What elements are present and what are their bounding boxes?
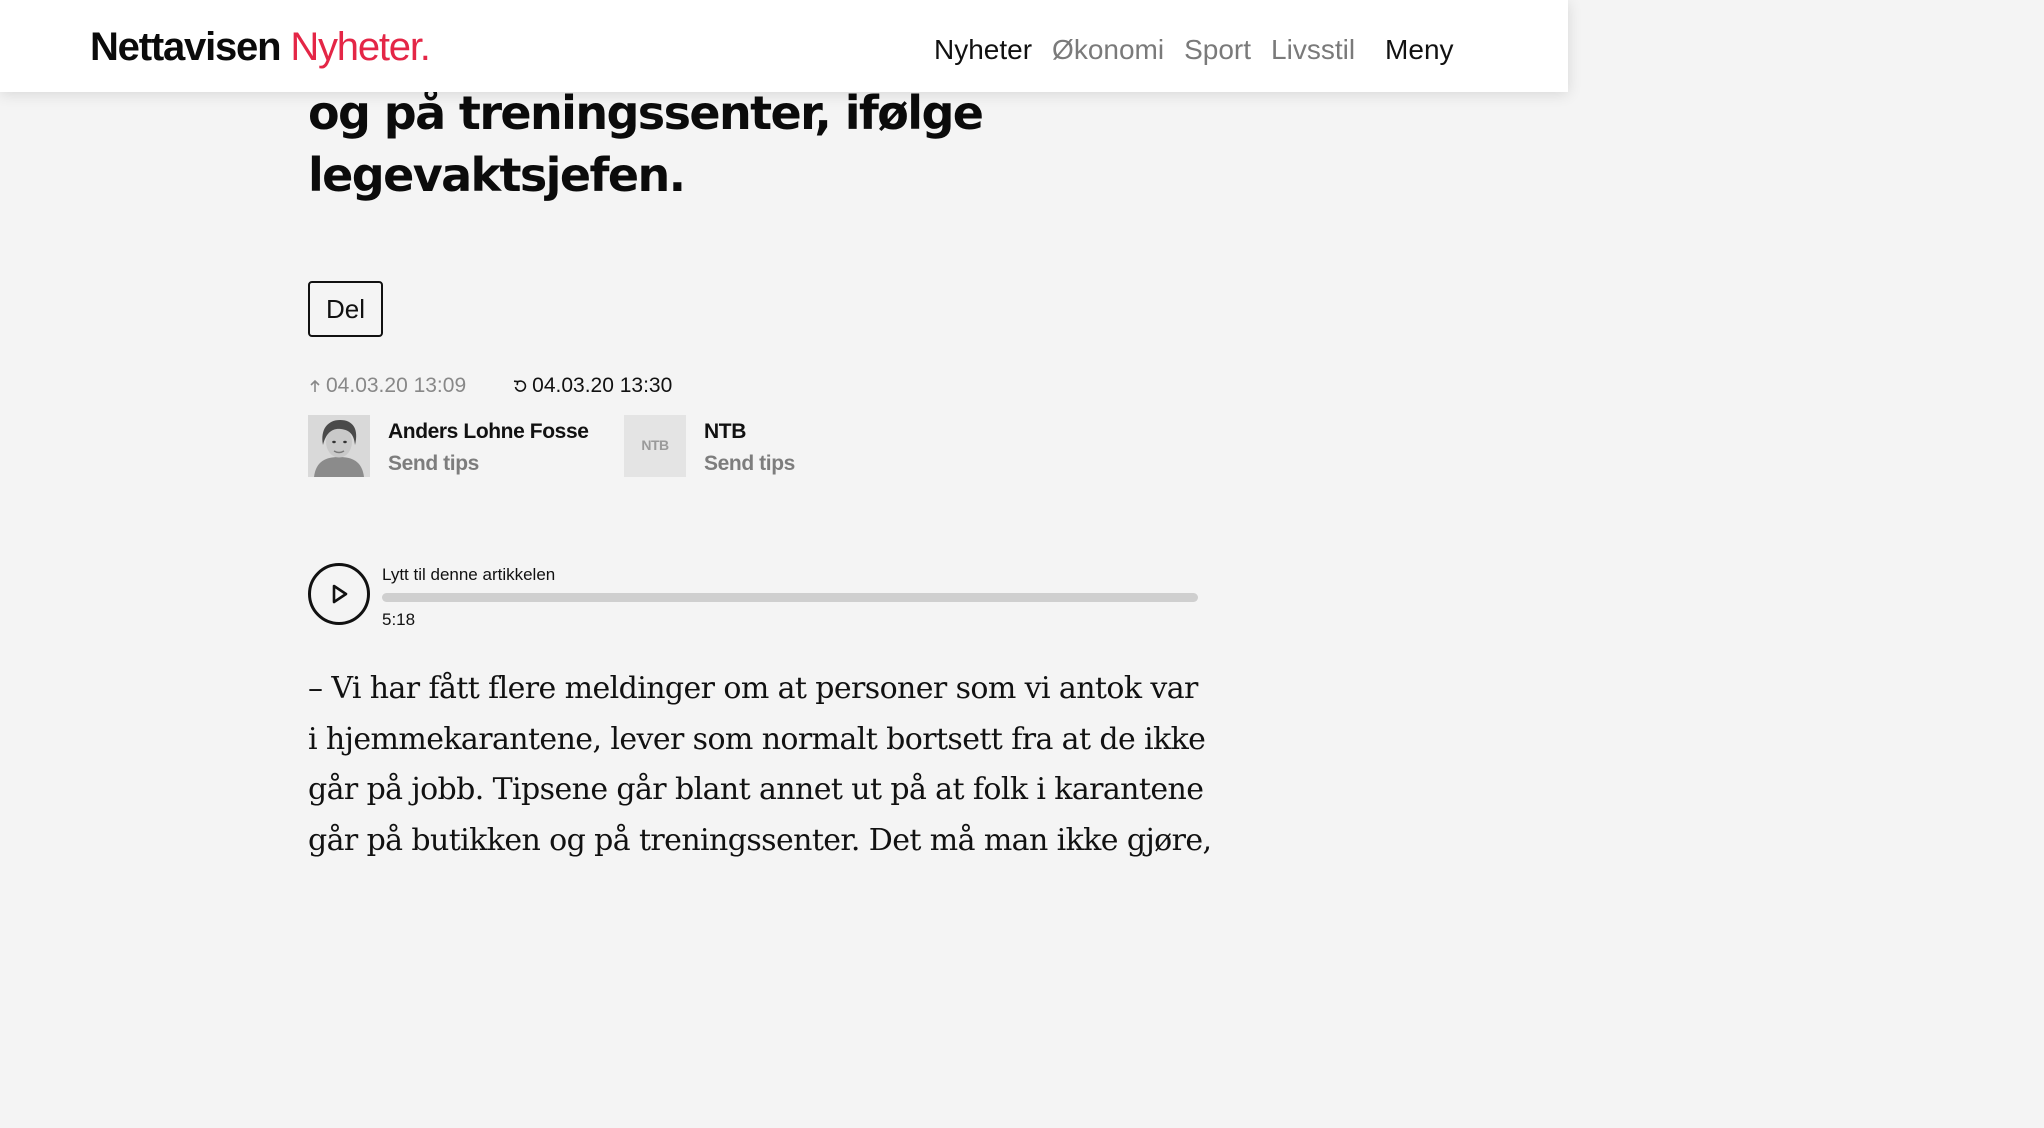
published-time-text: 04.03.20 13:09 — [326, 374, 467, 397]
article-body: – Vi har fått flere meldinger om at pers… — [308, 664, 1268, 866]
body-line: i hjemmekarantene, lever som normalt bor… — [308, 721, 1206, 757]
published-time: 04.03.20 13:09 — [308, 373, 466, 399]
refresh-icon — [512, 378, 528, 394]
share-button[interactable]: Del — [308, 281, 383, 337]
ntb-logo-icon: NTB — [624, 415, 686, 477]
article-headline: og på treningssenter, ifølge legevaktsje… — [308, 82, 1208, 206]
nav-item-livsstil[interactable]: Livsstil — [1271, 33, 1355, 67]
updated-time: 04.03.20 13:30 — [512, 373, 672, 399]
nav-item-nyheter[interactable]: Nyheter — [934, 33, 1032, 67]
send-tips-link[interactable]: Send tips — [704, 451, 795, 477]
author-card: Anders Lohne Fosse Send tips — [308, 415, 589, 477]
audio-progress-bar[interactable] — [382, 593, 1198, 602]
logo-main-text: Nettavisen — [90, 25, 282, 69]
updated-time-text: 04.03.20 13:30 — [532, 374, 673, 397]
site-header: Nettavisen Nyheter. Nyheter Økonomi Sport… — [0, 0, 1568, 92]
headline-line: legevaktsjefen. — [308, 148, 686, 202]
body-line: går på jobb. Tipsene går blant annet ut … — [308, 772, 1204, 807]
author-name[interactable]: NTB — [704, 419, 795, 445]
logo-accent-text: Nyheter. — [290, 25, 431, 69]
author-name[interactable]: Anders Lohne Fosse — [388, 419, 589, 445]
person-photo-icon — [308, 415, 370, 477]
play-icon — [332, 584, 348, 604]
nav-item-okonomi[interactable]: Økonomi — [1052, 33, 1164, 67]
audio-play-button[interactable] — [308, 563, 370, 625]
menu-button[interactable]: Meny — [1385, 33, 1453, 67]
article-timestamps: 04.03.20 13:09 04.03.20 13:30 — [308, 373, 672, 399]
audio-label: Lytt til denne artikkelen — [382, 565, 556, 584]
body-line: – Vi har fått flere meldinger om at pers… — [308, 671, 1198, 706]
arrow-up-icon — [308, 378, 322, 394]
site-logo[interactable]: Nettavisen Nyheter. — [90, 24, 431, 70]
main-nav: Nyheter Økonomi Sport Livsstil Meny — [934, 33, 1454, 67]
nav-item-sport[interactable]: Sport — [1184, 33, 1251, 67]
send-tips-link[interactable]: Send tips — [388, 451, 589, 477]
author-card: NTB NTB Send tips — [624, 415, 795, 477]
ntb-logo-text: NTB — [641, 437, 669, 453]
audio-duration: 5:18 — [382, 610, 416, 629]
author-avatar[interactable]: NTB — [624, 415, 686, 477]
body-line: går på butikken og på treningssenter. De… — [308, 822, 1212, 858]
author-avatar[interactable] — [308, 415, 370, 477]
